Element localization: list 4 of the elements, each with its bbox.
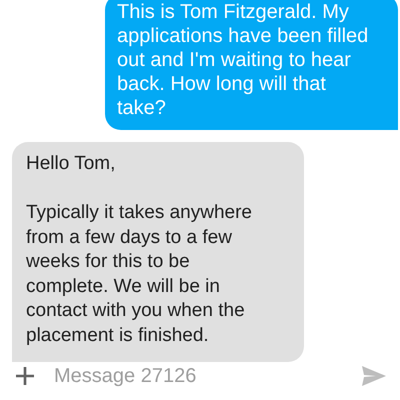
sent-message-bubble: This is Tom Fitzgerald. My applications have been filled out and I'm waiting to hear back. How long will that take?: [105, 0, 398, 130]
plus-icon[interactable]: [14, 365, 36, 387]
received-message-bubble: Hello Tom, Typically it takes anywhere from a few days to a few weeks for this to be complete. We will be in contact with you when the placement is finished.: [12, 142, 304, 362]
message-field[interactable]: Message 27126: [54, 361, 362, 391]
